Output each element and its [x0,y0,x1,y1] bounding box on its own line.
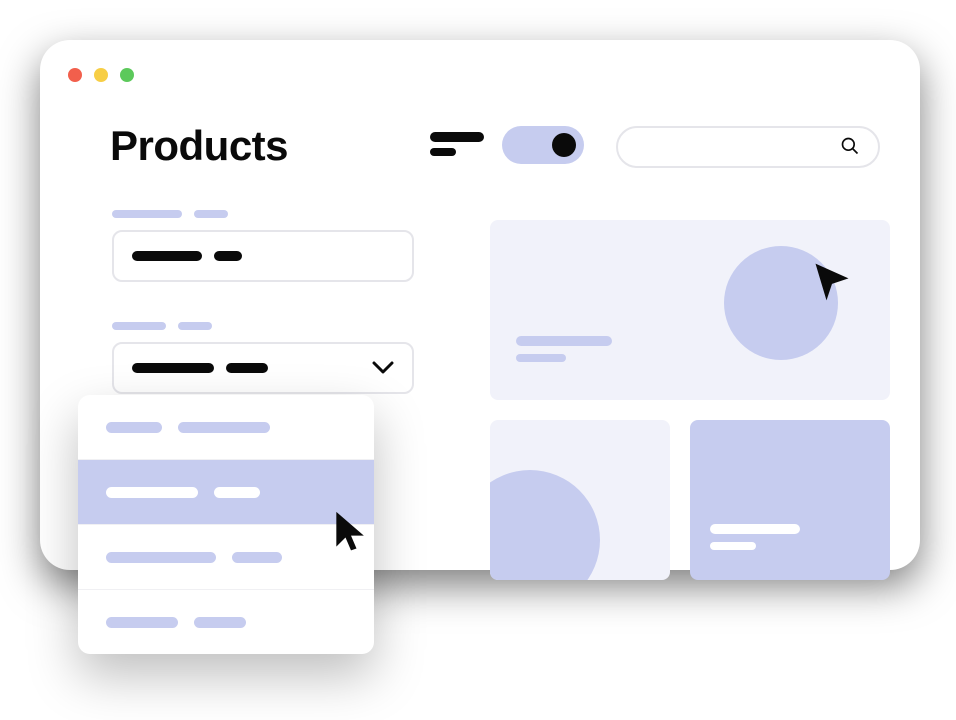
product-card-small-1[interactable] [490,420,670,580]
filter-text-input[interactable] [112,230,414,282]
dropdown-option[interactable] [78,590,374,654]
product-card-hero[interactable] [490,220,890,400]
search-input[interactable] [616,126,880,168]
filter-label [112,322,414,330]
cursor-arrow-icon [332,510,370,554]
close-button[interactable] [68,68,82,82]
view-toggle[interactable] [502,126,584,164]
card-text [710,524,800,550]
dropdown-option[interactable] [78,395,374,460]
filter-select-input[interactable] [112,342,414,394]
dropdown-option[interactable] [78,525,374,590]
minimize-button[interactable] [94,68,108,82]
cursor-pointer-icon [810,260,854,304]
chevron-down-icon [372,360,394,376]
filter-label [112,210,414,218]
filter-select [112,322,414,394]
maximize-button[interactable] [120,68,134,82]
product-shape-quarter [490,470,600,580]
search-icon [840,136,860,156]
sort-icon[interactable] [430,132,484,156]
product-card-small-2[interactable] [690,420,890,580]
dropdown-option[interactable] [78,460,374,525]
toggle-knob [552,133,576,157]
page-title: Products [110,122,288,170]
window-controls [68,68,134,82]
filter-text [112,210,414,282]
filter-select-dropdown [78,395,374,654]
card-text [516,336,612,362]
